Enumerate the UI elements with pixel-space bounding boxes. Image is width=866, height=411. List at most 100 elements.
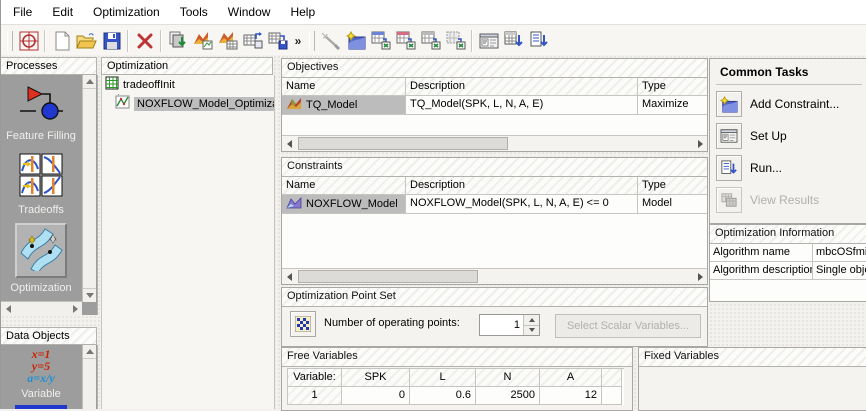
import-table-icon[interactable] — [215, 28, 240, 54]
new-project-icon[interactable] — [49, 28, 74, 54]
column-header-a[interactable]: A — [540, 369, 602, 387]
process-item-label: Tradeoffs — [18, 204, 64, 216]
open-project-icon[interactable] — [74, 28, 99, 54]
column-header-type[interactable]: Type — [638, 78, 707, 96]
scroll-left-icon[interactable] — [1, 302, 15, 316]
menu-file[interactable]: File — [3, 1, 42, 23]
spinner-up-icon[interactable] — [524, 315, 539, 326]
spinner-down-icon[interactable] — [524, 325, 539, 335]
scroll-left-icon[interactable] — [282, 270, 296, 284]
data-objects-panel: x=1 y=5 a=x/y Variable — [1, 345, 98, 409]
menu-edit[interactable]: Edit — [42, 1, 83, 23]
processes-horizontal-scrollbar[interactable] — [1, 301, 82, 315]
point-set-icon[interactable] — [290, 311, 316, 337]
toolbar-grip[interactable] — [309, 30, 315, 51]
import-data-icon[interactable] — [165, 28, 190, 54]
run-all-icon[interactable] — [526, 28, 551, 54]
row-index-cell[interactable]: 1 — [288, 387, 342, 405]
objectives-title: Objectives — [282, 59, 707, 78]
menu-tools[interactable]: Tools — [170, 1, 218, 23]
menu-help[interactable]: Help — [280, 1, 325, 23]
processes-vertical-scrollbar[interactable] — [82, 75, 96, 302]
task-run[interactable]: Run... — [716, 155, 862, 181]
view-setup-icon[interactable] — [476, 28, 501, 54]
objectives-horizontal-scrollbar[interactable] — [282, 135, 707, 151]
free-variables-row[interactable]: 1 0 0.6 2500 12 — [287, 387, 624, 405]
task-label: Add Constraint... — [750, 97, 840, 111]
info-row-algorithm-name: Algorithm name mbcOSfmi — [710, 244, 866, 262]
operating-points-spinner[interactable]: 1 — [479, 314, 540, 336]
column-header-description[interactable]: Description — [406, 177, 638, 195]
constraints-horizontal-scrollbar[interactable] — [282, 268, 707, 284]
constraint-description-cell[interactable]: NOXFLOW_Model(SPK, L, N, A, E) <= 0 — [406, 195, 638, 214]
objective-row[interactable]: TQ_Model TQ_Model(SPK, L, N, A, E) Maxim… — [282, 96, 707, 115]
optimization-node-icon — [115, 95, 130, 112]
scroll-right-icon[interactable] — [693, 270, 707, 284]
l-value-cell[interactable]: 0.6 — [410, 387, 476, 405]
constraint-type-cell[interactable]: Model — [638, 195, 707, 214]
menu-optimization[interactable]: Optimization — [83, 1, 170, 23]
tree-node-tradeoffinit[interactable]: tradeoffInit — [102, 75, 274, 94]
scroll-thumb[interactable] — [298, 270, 478, 283]
objective-description-cell[interactable]: TQ_Model(SPK, L, N, A, E) — [406, 96, 638, 115]
scroll-right-icon[interactable] — [68, 302, 82, 316]
export-table-icon[interactable] — [265, 28, 290, 54]
process-item-optimization[interactable]: Optimization — [1, 223, 81, 294]
objective-name-cell[interactable]: TQ_Model — [282, 96, 406, 115]
spk-value-cell[interactable]: 0 — [342, 387, 410, 405]
task-set-up[interactable]: Set Up — [716, 123, 862, 149]
select-scalar-variables-button: Select Scalar Variables... — [555, 314, 701, 338]
toolbar-grip[interactable] — [7, 30, 13, 51]
objective-type-cell[interactable]: Maximize — [638, 96, 707, 115]
tree-node-noxflow-optimization[interactable]: NOXFLOW_Model_Optimizati — [102, 94, 274, 113]
free-variables-panel: Free Variables Variable: SPK L N A 1 0 0… — [281, 347, 633, 411]
data-object-item-variable[interactable]: x=1 y=5 a=x/y Variable — [1, 348, 81, 400]
optimization-icon — [15, 223, 67, 278]
toolbar-separator — [160, 29, 162, 52]
scroll-left-icon[interactable] — [282, 137, 296, 151]
delete-icon[interactable] — [132, 28, 157, 54]
table-fill-3-icon[interactable] — [418, 28, 443, 54]
column-header-l[interactable]: L — [410, 369, 476, 387]
import-model-icon[interactable] — [190, 28, 215, 54]
tree-node-label: NOXFLOW_Model_Optimizati — [134, 96, 274, 111]
scroll-up-icon[interactable] — [83, 75, 96, 89]
scroll-up-icon[interactable] — [83, 345, 96, 359]
scroll-right-icon[interactable] — [693, 137, 707, 151]
process-item-feature-filling[interactable]: Feature Filling — [1, 83, 81, 142]
table-fill-1-icon[interactable] — [368, 28, 393, 54]
constraint-row[interactable]: NOXFLOW_Model NOXFLOW_Model(SPK, L, N, A… — [282, 195, 707, 214]
column-header-name[interactable]: Name — [282, 78, 406, 96]
common-tasks-panel: Common Tasks Add Constraint... Set Up Ru… — [709, 58, 866, 224]
toolbar-overflow-chevron[interactable]: » — [290, 28, 306, 54]
cage-home-icon[interactable] — [16, 28, 41, 54]
constraint-name-cell[interactable]: NOXFLOW_Model — [282, 195, 406, 214]
a-value-cell[interactable]: 12 — [540, 387, 602, 405]
process-item-label: Feature Filling — [6, 130, 76, 142]
objective-model-icon — [286, 97, 302, 113]
copy-table-icon[interactable] — [240, 28, 265, 54]
run-icon — [716, 155, 742, 181]
column-header-n[interactable]: N — [476, 369, 540, 387]
new-constraint-icon[interactable] — [343, 28, 368, 54]
table-fill-2-icon[interactable] — [393, 28, 418, 54]
operating-points-value[interactable]: 1 — [480, 315, 523, 335]
save-project-icon[interactable] — [99, 28, 124, 54]
table-fill-4-icon[interactable] — [443, 28, 468, 54]
n-value-cell[interactable]: 2500 — [476, 387, 540, 405]
task-add-constraint[interactable]: Add Constraint... — [716, 91, 862, 117]
divider — [716, 84, 862, 85]
column-header-type[interactable]: Type — [638, 177, 707, 195]
column-header-description[interactable]: Description — [406, 78, 638, 96]
data-objects-vertical-scrollbar[interactable] — [82, 345, 96, 409]
run-selected-icon[interactable] — [501, 28, 526, 54]
scroll-down-icon[interactable] — [83, 288, 96, 302]
scroll-thumb[interactable] — [298, 137, 508, 150]
column-header-spk[interactable]: SPK — [342, 369, 410, 387]
menu-window[interactable]: Window — [218, 1, 281, 23]
set-up-icon — [716, 123, 742, 149]
processes-header: Processes — [1, 57, 97, 75]
column-header-name[interactable]: Name — [282, 177, 406, 195]
process-item-tradeoffs[interactable]: Tradeoffs — [1, 153, 81, 216]
column-header-variable[interactable]: Variable: — [288, 369, 342, 387]
